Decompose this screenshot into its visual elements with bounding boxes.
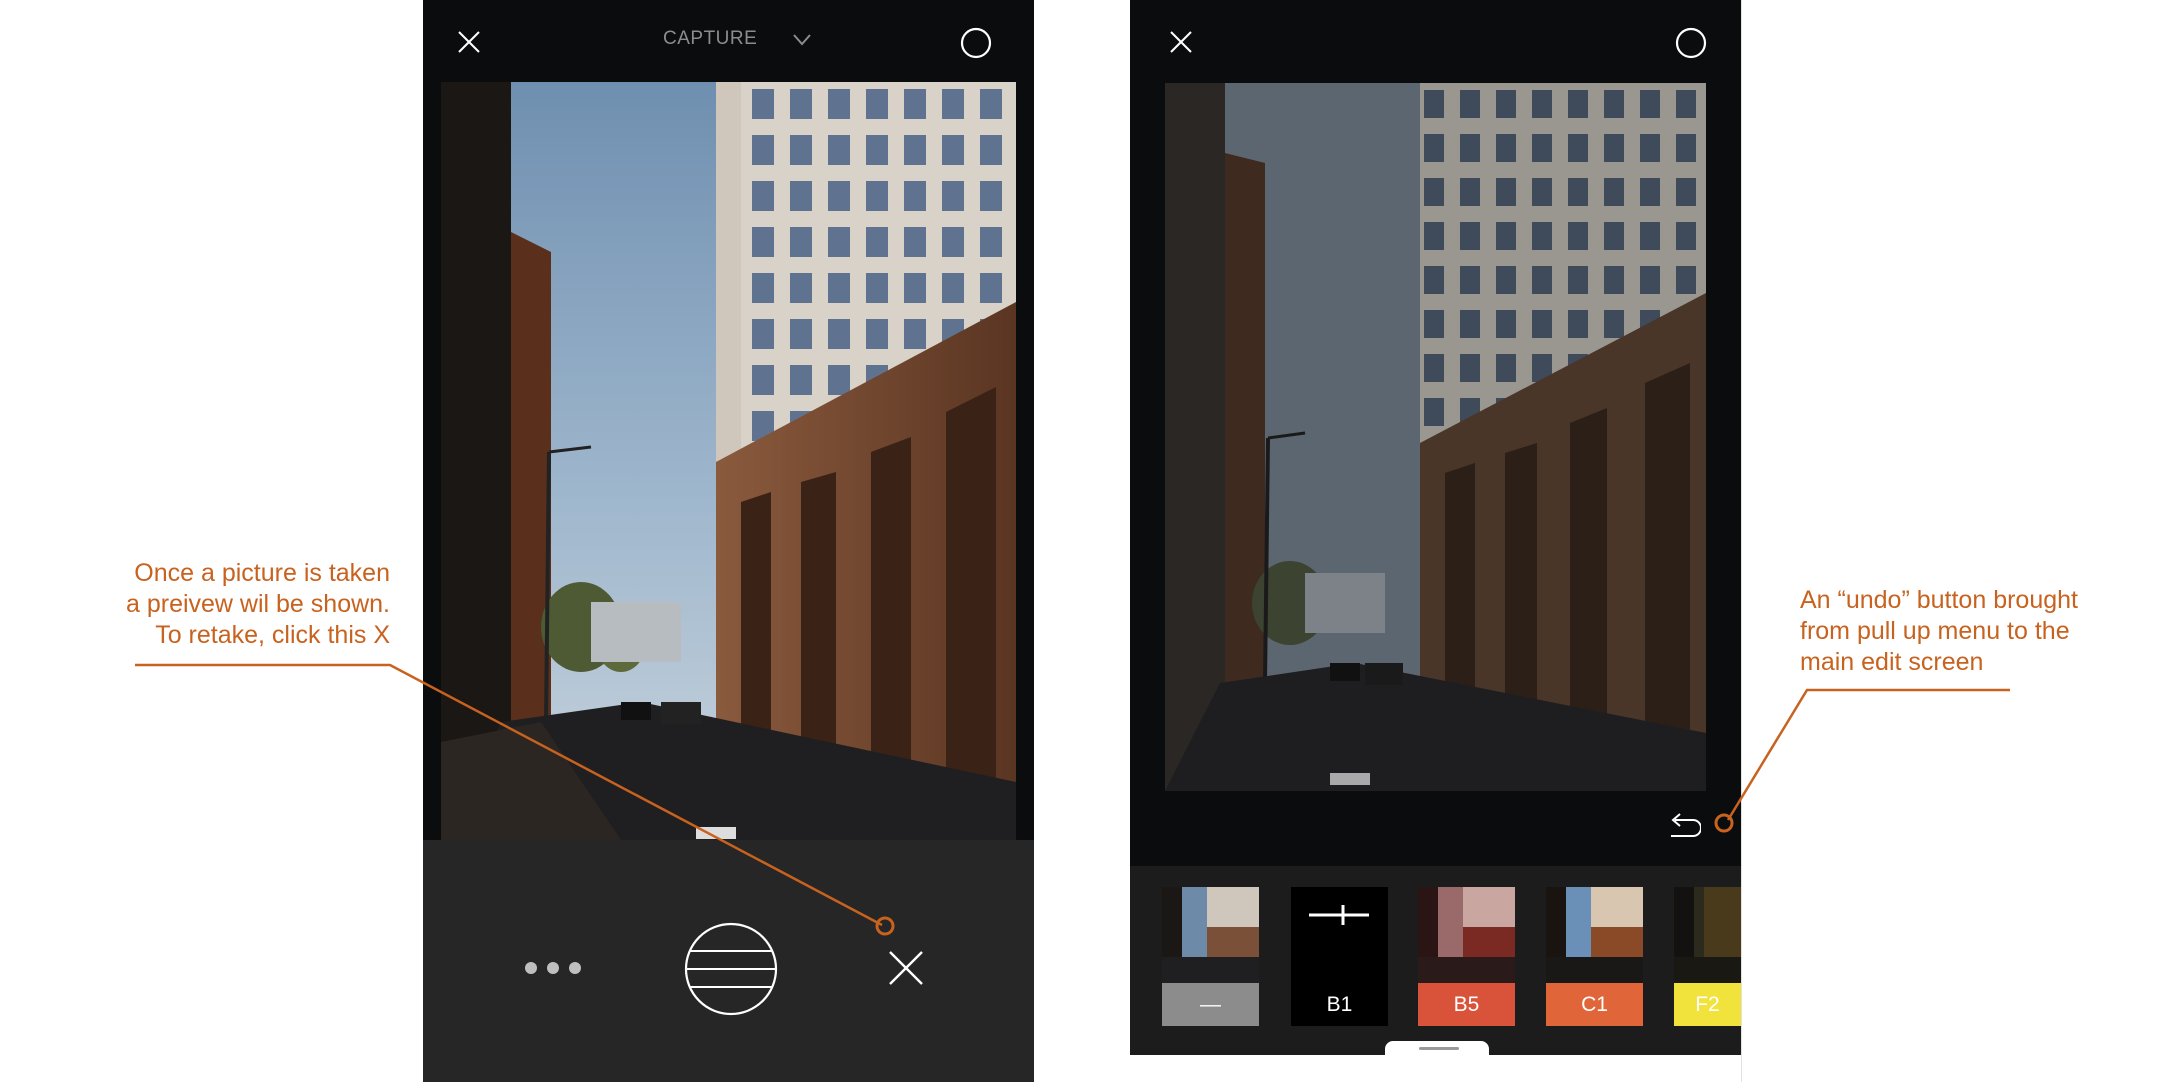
callout-line-retake [135,663,883,927]
callout-dot-undo [1714,813,1734,833]
callout-lines [135,663,2010,936]
callout-dot-retake [875,916,895,936]
callout-line-undo [1726,688,2010,821]
